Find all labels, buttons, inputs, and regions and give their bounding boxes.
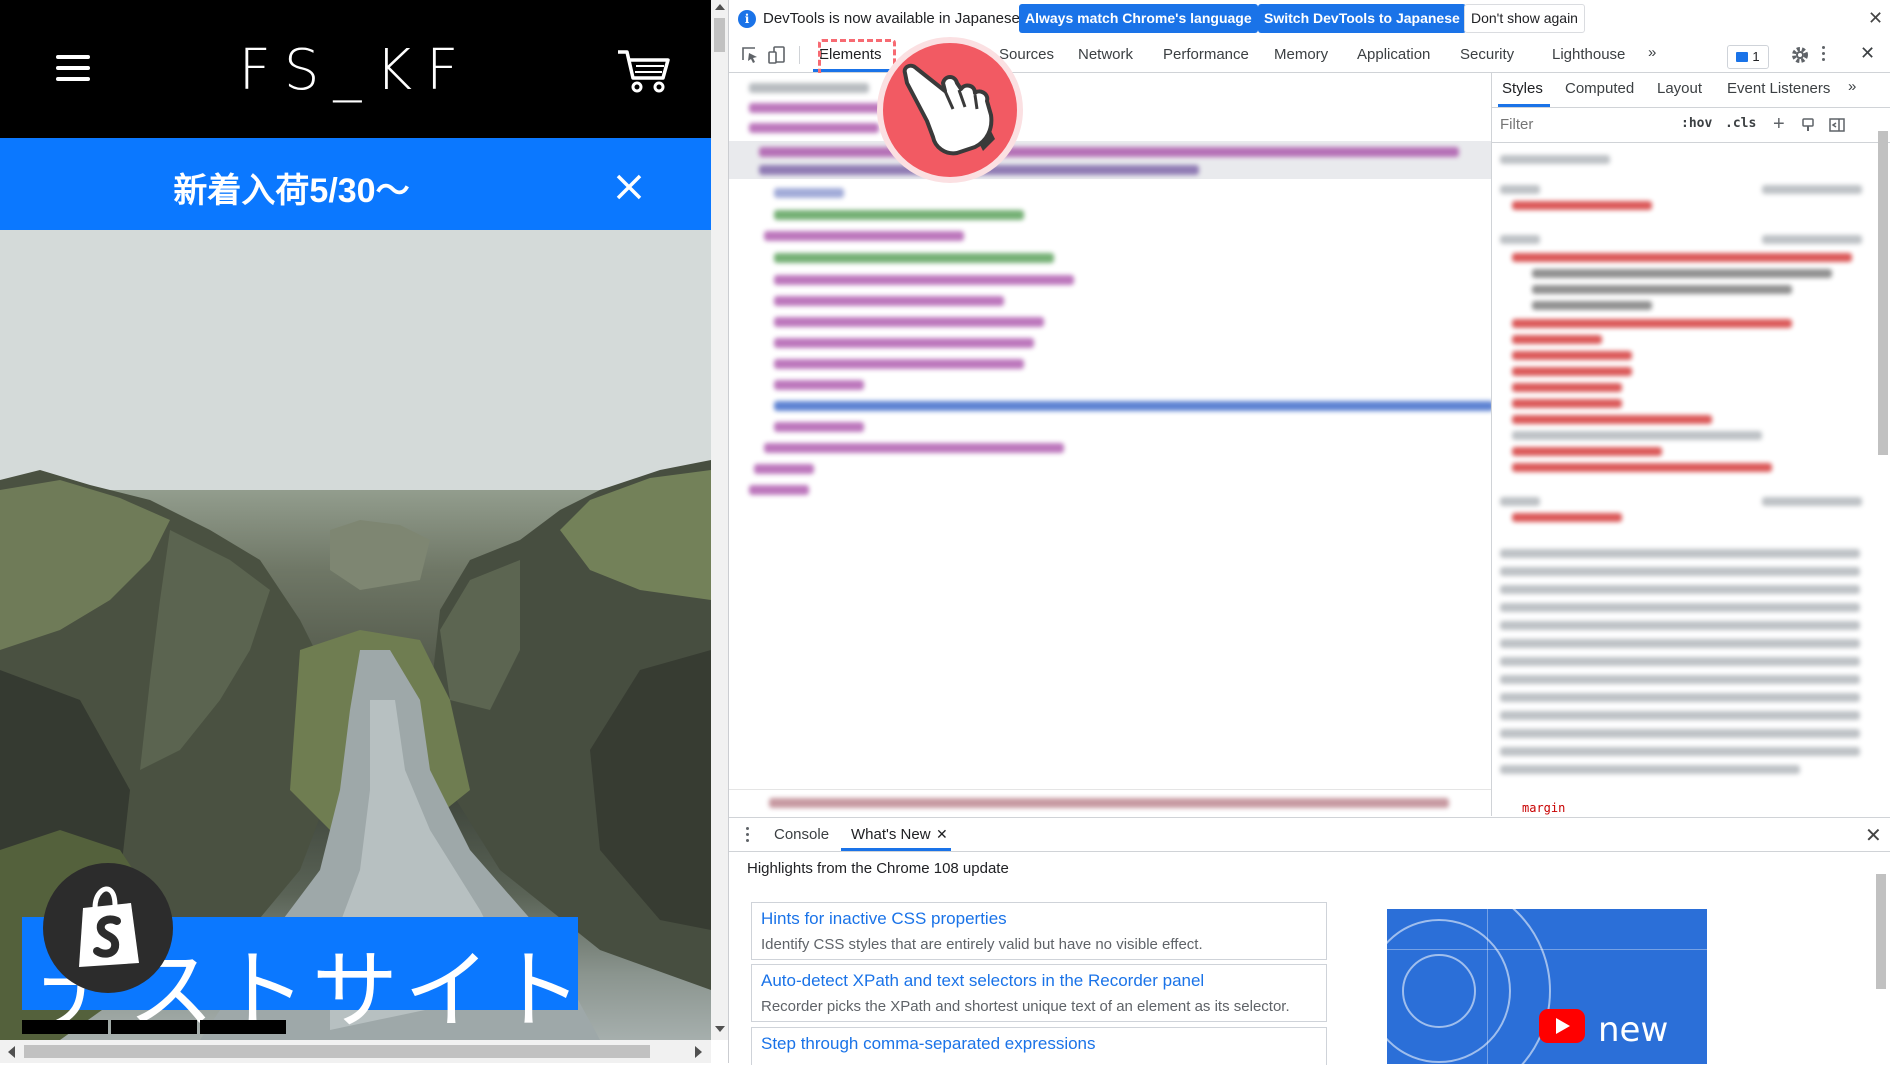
scroll-down-icon[interactable]	[715, 1026, 725, 1032]
whats-new-headline: Highlights from the Chrome 108 update	[747, 860, 1009, 877]
pointing-hand-icon	[877, 37, 1023, 183]
horizontal-scrollbar[interactable]	[0, 1040, 711, 1063]
inspect-element-icon[interactable]	[740, 45, 760, 65]
close-icon[interactable]: ✕	[1868, 8, 1883, 29]
subtab-styles[interactable]: Styles	[1502, 80, 1543, 97]
tab-security[interactable]: Security	[1460, 46, 1514, 63]
scroll-left-icon[interactable]	[8, 1046, 15, 1058]
more-subtabs-icon[interactable]: »	[1848, 78, 1856, 95]
more-options-icon[interactable]	[1822, 46, 1826, 66]
subtab-layout[interactable]: Layout	[1657, 80, 1702, 97]
tab-performance[interactable]: Performance	[1163, 46, 1249, 63]
device-toolbar-icon[interactable]	[767, 45, 787, 65]
site-logo[interactable]: FS_KF	[0, 38, 711, 103]
scrollbar-thumb[interactable]	[714, 18, 725, 52]
new-style-rule-icon[interactable]: +	[1773, 113, 1785, 136]
subtab-event-listeners[interactable]: Event Listeners	[1727, 80, 1830, 97]
scroll-right-icon[interactable]	[695, 1046, 702, 1058]
card-title[interactable]: Hints for inactive CSS properties	[761, 909, 1007, 929]
hov-toggle[interactable]: :hov	[1681, 116, 1712, 131]
whats-new-card[interactable]: Hints for inactive CSS properties Identi…	[751, 902, 1327, 960]
active-drawer-tab-indicator	[841, 848, 951, 851]
subtab-computed[interactable]: Computed	[1565, 80, 1634, 97]
drawer-tabbar: Console What's New ✕ ✕	[729, 818, 1890, 852]
site-header: FS_KF	[0, 0, 711, 138]
video-label: new	[1598, 1010, 1669, 1050]
close-tab-icon[interactable]: ✕	[936, 826, 948, 843]
settings-gear-icon[interactable]	[1790, 45, 1810, 65]
card-title[interactable]: Step through comma-separated expressions	[761, 1034, 1096, 1054]
shopify-icon[interactable]	[43, 863, 173, 993]
paint-bucket-icon[interactable]	[1800, 117, 1816, 133]
card-title[interactable]: Auto-detect XPath and text selectors in …	[761, 971, 1204, 991]
language-infobar: i DevTools is now available in Japanese!…	[729, 0, 1890, 39]
drawer-menu-icon[interactable]	[746, 827, 750, 845]
drawer-scrollbar[interactable]	[1872, 854, 1889, 1064]
scrollbar-thumb[interactable]	[24, 1045, 650, 1058]
styles-pane: Styles Computed Layout Event Listeners »…	[1491, 73, 1890, 816]
styles-scrollbar[interactable]	[1874, 113, 1890, 816]
announcement-bar: 新着入荷5/30〜	[0, 138, 711, 230]
scrollbar-thumb[interactable]	[1878, 131, 1888, 455]
hero-image: テストサイト	[0, 230, 711, 1040]
issues-icon	[1736, 52, 1749, 62]
website-viewport: FS_KF 新着入荷5/30〜 テストサイト	[0, 0, 711, 1063]
margin-label: margin	[1522, 801, 1566, 815]
drawer-tab-whats-new[interactable]: What's New	[851, 826, 931, 843]
card-description: Recorder picks the XPath and shortest un…	[761, 998, 1290, 1015]
scrollbar-thumb[interactable]	[1876, 874, 1886, 989]
close-drawer-icon[interactable]: ✕	[1865, 823, 1882, 848]
cls-toggle[interactable]: .cls	[1725, 116, 1756, 131]
more-tabs-icon[interactable]: »	[1648, 44, 1656, 61]
dont-show-again-button[interactable]: Don't show again	[1464, 4, 1585, 33]
tab-memory[interactable]: Memory	[1274, 46, 1328, 63]
drawer-tab-console[interactable]: Console	[774, 826, 829, 843]
youtube-play-icon[interactable]	[1539, 1009, 1585, 1043]
whats-new-card[interactable]: Auto-detect XPath and text selectors in …	[751, 964, 1327, 1022]
tab-application[interactable]: Application	[1357, 46, 1430, 63]
toggle-sidebar-icon[interactable]	[1829, 117, 1845, 133]
vertical-scrollbar[interactable]	[711, 0, 728, 1040]
whats-new-video-thumbnail[interactable]: new	[1387, 909, 1707, 1064]
tab-network[interactable]: Network	[1078, 46, 1133, 63]
announcement-text: 新着入荷5/30〜	[173, 172, 410, 210]
whats-new-card[interactable]: Step through comma-separated expressions	[751, 1027, 1327, 1065]
elements-tree[interactable]	[729, 73, 1491, 816]
breadcrumb[interactable]	[729, 789, 1491, 816]
info-icon: i	[738, 10, 756, 28]
styles-filter-input[interactable]	[1500, 116, 1660, 133]
close-devtools-icon[interactable]: ✕	[1860, 43, 1875, 64]
infobar-message: DevTools is now available in Japanese!	[763, 10, 1024, 27]
cart-icon[interactable]	[616, 48, 672, 94]
card-description: Identify CSS styles that are entirely va…	[761, 936, 1203, 953]
announcement-close-icon[interactable]	[615, 173, 643, 201]
issues-count: 1	[1752, 49, 1760, 64]
slide-indicators[interactable]	[22, 1020, 292, 1034]
scroll-up-icon[interactable]	[715, 4, 725, 10]
issues-badge[interactable]: 1	[1727, 45, 1769, 69]
tab-lighthouse[interactable]: Lighthouse	[1552, 46, 1625, 63]
always-match-language-button[interactable]: Always match Chrome's language	[1019, 4, 1258, 33]
styles-filter-row: :hov .cls +	[1492, 107, 1890, 143]
devtools-drawer: Console What's New ✕ ✕ Highlights from t…	[729, 817, 1890, 1065]
switch-to-japanese-button[interactable]: Switch DevTools to Japanese	[1258, 4, 1466, 33]
